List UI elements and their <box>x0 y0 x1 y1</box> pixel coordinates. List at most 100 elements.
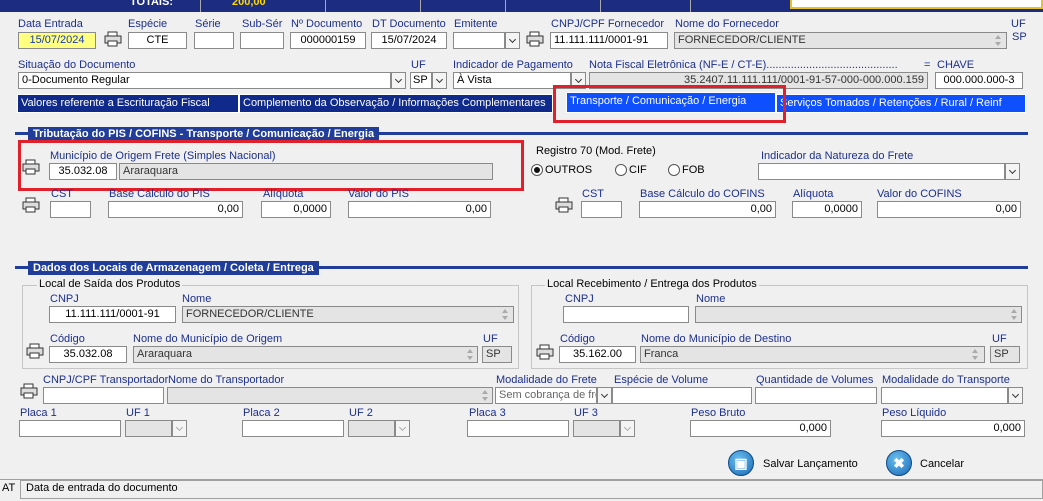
save-icon[interactable]: ▣ <box>728 450 754 476</box>
emitente-dropdown-button[interactable] <box>505 32 520 49</box>
data-entrada-label: Data Entrada <box>18 18 83 30</box>
situacao-dropdown-button[interactable] <box>391 72 406 89</box>
printer-icon[interactable] <box>104 31 122 47</box>
saida-nome-label: Nome <box>182 293 212 305</box>
save-button[interactable]: Salvar Lançamento <box>763 458 858 470</box>
registro70-label: Registro 70 (Mod. Frete) <box>536 145 656 157</box>
top-totals-divider-6 <box>690 0 691 12</box>
receb-codigo-input[interactable]: 35.162.00 <box>559 346 636 363</box>
placa1-input[interactable] <box>19 420 121 437</box>
cnpj-transportador-input[interactable] <box>43 387 164 404</box>
tab-escrituracao-fiscal-label: Valores referente a Escrituração Fiscal <box>21 97 210 109</box>
tab-complemento-observacao[interactable]: Complemento da Observação / Informações … <box>239 94 553 113</box>
radio-cif[interactable] <box>615 164 627 176</box>
printer-icon[interactable] <box>20 383 38 399</box>
printer-icon[interactable] <box>536 344 554 360</box>
natureza-frete-select[interactable] <box>758 163 1005 180</box>
saida-cnpj-input[interactable]: 11.111.111/0001-91 <box>49 306 176 323</box>
pagamento-label: Indicador de Pagamento <box>453 59 573 71</box>
uf-situacao-select[interactable]: SP <box>410 72 432 89</box>
printer-icon[interactable] <box>22 197 40 213</box>
locais-section-title: Dados dos Locais de Armazenagem / Coleta… <box>28 261 319 275</box>
base-pis-input[interactable]: 0,00 <box>108 201 243 218</box>
data-entrada-input[interactable]: 15/07/2024 <box>18 32 96 49</box>
cnpj-fornecedor-input[interactable]: 11.111.111/0001-91 <box>550 32 668 49</box>
uf2-label: UF 2 <box>349 407 373 419</box>
chave-eq-label: = <box>924 59 931 71</box>
uf-situacao-label: UF <box>411 59 426 71</box>
modalidade-transporte-select[interactable] <box>881 387 1008 404</box>
receb-nome-scroll-icon <box>1009 307 1019 322</box>
placa3-label: Placa 3 <box>469 407 506 419</box>
placa2-label: Placa 2 <box>243 407 280 419</box>
receb-uf-input: SP <box>990 346 1020 363</box>
tab-complemento-observacao-label: Complemento da Observação / Informações … <box>243 97 546 109</box>
emitente-select[interactable] <box>453 32 505 49</box>
top-totals-divider-2 <box>325 0 326 12</box>
receb-cnpj-input[interactable] <box>563 306 689 323</box>
uf-fornecedor-label: UF <box>1011 18 1026 30</box>
quantidade-volumes-input[interactable] <box>755 387 877 404</box>
uf1-label: UF 1 <box>126 407 150 419</box>
highlight-box-municipio <box>18 140 524 191</box>
serie-input[interactable] <box>194 32 234 49</box>
fornecedor-scroll-icon <box>993 33 1003 48</box>
cancel-icon[interactable]: ✖ <box>886 450 912 476</box>
valor-cofins-input[interactable]: 0,00 <box>877 201 1021 218</box>
peso-bruto-label: Peso Bruto <box>691 407 746 419</box>
placa3-input[interactable] <box>467 420 569 437</box>
status-left: AT <box>2 482 16 494</box>
dtdoc-input[interactable]: 15/07/2024 <box>371 32 447 49</box>
tab-escrituracao-fiscal[interactable]: Valores referente a Escrituração Fiscal <box>17 94 239 113</box>
base-cofins-input[interactable]: 0,00 <box>639 201 776 218</box>
peso-liquido-input[interactable]: 0,000 <box>881 420 1025 437</box>
saida-codigo-input[interactable]: 35.032.08 <box>49 346 127 363</box>
subserie-input[interactable] <box>240 32 284 49</box>
top-totals-divider-1 <box>200 0 201 12</box>
aliquota-cofins-input[interactable]: 0,0000 <box>792 201 862 218</box>
natureza-frete-dropdown-button[interactable] <box>1005 163 1020 180</box>
totals-value: 200,00 <box>232 0 266 8</box>
especie-input[interactable]: CTE <box>128 32 187 49</box>
especie-volume-input[interactable] <box>612 387 752 404</box>
uf3-dropdown-button <box>620 420 635 437</box>
radio-outros[interactable] <box>531 164 543 176</box>
receb-cnpj-label: CNPJ <box>565 293 594 305</box>
aliquota-cofins-label: Alíquota <box>793 188 834 200</box>
receb-municipio-input: Franca <box>640 346 985 363</box>
nome-fornecedor-label: Nome do Fornecedor <box>675 18 779 30</box>
modalidade-frete-dropdown-button[interactable] <box>597 387 612 404</box>
modalidade-frete-select[interactable]: Sem cobrança de fre <box>495 387 597 404</box>
printer-icon[interactable] <box>526 31 544 47</box>
local-saida-title: Local de Saída dos Produtos <box>37 278 183 290</box>
uf1-dropdown-button <box>172 420 187 437</box>
peso-bruto-input[interactable]: 0,000 <box>690 420 831 437</box>
base-cofins-label: Base Cálculo do COFINS <box>640 188 765 200</box>
chave-input[interactable]: 000.000.000-3 <box>935 72 1023 89</box>
valor-pis-label: Valor do PIS <box>348 188 409 200</box>
nome-transportador-input <box>167 387 493 404</box>
receb-uf-label: UF <box>992 333 1007 345</box>
cnpj-transportador-label: CNPJ/CPF Transportador <box>43 374 169 386</box>
quantidade-volumes-label: Quantidade de Volumes <box>756 374 874 386</box>
radio-fob-label: FOB <box>682 164 705 176</box>
placa2-input[interactable] <box>242 420 344 437</box>
saida-municipio-label: Nome do Município de Origem <box>133 333 283 345</box>
uf-situacao-dropdown-button[interactable] <box>432 72 447 89</box>
printer-icon[interactable] <box>555 197 573 213</box>
tab-servicos-tomados[interactable]: Serviços Tomados / Retenções / Rural / R… <box>776 94 1026 113</box>
cst-pis-input[interactable] <box>50 201 91 218</box>
modalidade-transporte-dropdown-button[interactable] <box>1008 387 1023 404</box>
ndoc-input[interactable]: 000000159 <box>290 32 366 49</box>
saida-cnpj-label: CNPJ <box>50 293 79 305</box>
chave-label: CHAVE <box>937 59 975 71</box>
radio-fob[interactable] <box>668 164 680 176</box>
printer-icon[interactable] <box>26 343 44 359</box>
status-message: Data de entrada do documento <box>26 482 178 494</box>
valor-pis-input[interactable]: 0,00 <box>348 201 491 218</box>
cst-cofins-input[interactable] <box>581 201 622 218</box>
aliquota-pis-input[interactable]: 0,0000 <box>261 201 331 218</box>
situacao-select[interactable]: 0-Documento Regular <box>18 72 391 89</box>
cancel-button[interactable]: Cancelar <box>920 458 964 470</box>
especie-label: Espécie <box>128 18 168 30</box>
